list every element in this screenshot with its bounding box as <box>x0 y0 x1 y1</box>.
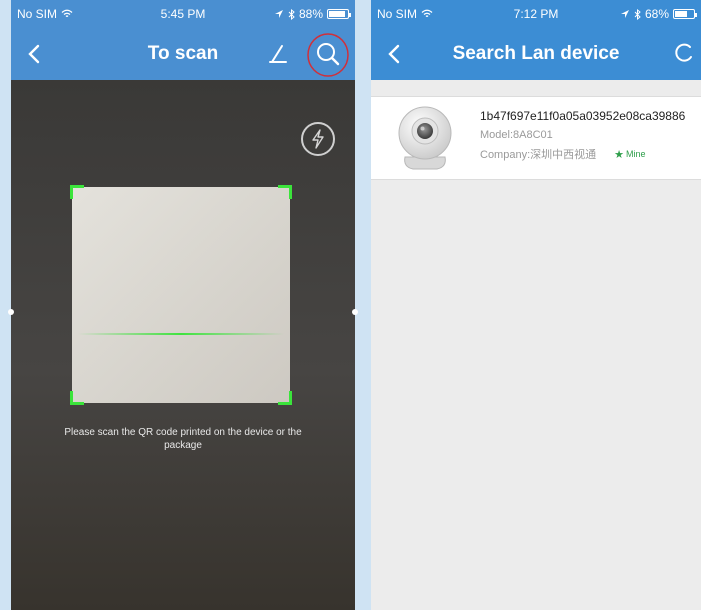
bluetooth-icon <box>288 8 295 20</box>
status-bar: No SIM 7:12 PM 68% <box>371 0 701 28</box>
page-title: Search Lan device <box>452 43 620 64</box>
edge-marker <box>352 309 358 315</box>
mine-badge: ★ Mine <box>614 148 645 161</box>
refresh-icon <box>675 43 692 62</box>
nav-bar: Search Lan device <box>371 28 701 80</box>
star-icon: ★ <box>614 148 625 161</box>
battery-percent: 88% <box>298 7 323 21</box>
scan-hint: Please scan the QR code printed on the d… <box>64 427 302 451</box>
edge-marker <box>8 309 14 315</box>
page-title: To scan <box>147 43 219 64</box>
location-icon <box>620 10 629 18</box>
battery-icon <box>327 9 351 19</box>
search-button[interactable] <box>306 32 350 78</box>
device-id: 1b47f697e11f0a05a03952e08ca39886 <box>480 109 686 123</box>
scan-corner <box>278 185 292 199</box>
scan-screen: No SIM 5:45 PM 88% To scan Please scan t… <box>11 0 355 610</box>
pen-icon[interactable] <box>266 42 290 66</box>
battery-icon <box>673 9 697 19</box>
device-company-row: Company:深圳中西视通 ★ Mine <box>480 146 701 162</box>
wifi-icon <box>421 9 433 18</box>
scan-corner <box>278 391 292 405</box>
carrier-label: No SIM <box>17 7 58 21</box>
back-button[interactable] <box>381 40 409 68</box>
device-list-item[interactable]: 1b47f697e11f0a05a03952e08ca39886 Model:8… <box>371 96 701 180</box>
wifi-icon <box>61 9 73 18</box>
refresh-button[interactable] <box>671 40 697 66</box>
location-icon <box>274 10 283 18</box>
status-bar: No SIM 5:45 PM 88% <box>11 0 355 28</box>
device-model: Model:8A8C01 <box>480 129 553 141</box>
scan-frame <box>70 185 292 405</box>
carrier-label: No SIM <box>377 7 418 21</box>
battery-percent: 68% <box>644 7 669 21</box>
bluetooth-icon <box>634 8 641 20</box>
nav-bar: To scan <box>11 28 355 80</box>
search-icon <box>317 43 340 66</box>
scan-corner <box>70 185 84 199</box>
flash-icon <box>312 129 324 149</box>
back-button[interactable] <box>21 40 49 68</box>
scan-line <box>78 333 284 335</box>
highlight-circle <box>307 33 349 77</box>
scan-corner <box>70 391 84 405</box>
camera-icon <box>398 106 452 170</box>
camera-preview: Please scan the QR code printed on the d… <box>11 80 355 610</box>
mine-label: Mine <box>626 149 646 159</box>
lan-search-screen: No SIM 7:12 PM 68% Search Lan device 1b4… <box>371 0 701 610</box>
flash-button[interactable] <box>301 122 335 156</box>
device-company: Company:深圳中西视通 <box>480 149 597 161</box>
